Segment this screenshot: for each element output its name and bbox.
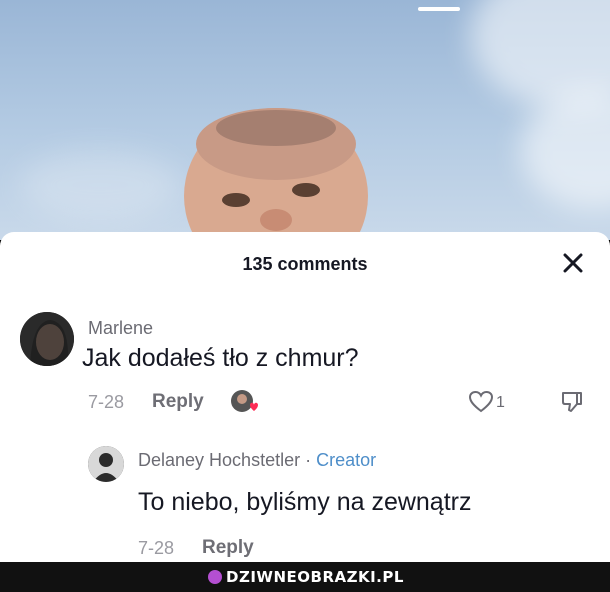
comments-count: 135 comments [242,254,368,274]
watermark-logo-icon [208,570,222,584]
heart-icon[interactable] [468,390,494,414]
reply-username-line: Delaney Hochstetler · Creator [138,450,376,471]
creator-badge: Creator [316,450,377,470]
dislike-icon[interactable] [560,390,584,414]
creator-liked-avatar-icon [231,390,258,412]
like-count: 1 [496,394,505,411]
reply-avatar[interactable] [88,446,124,482]
watermark: DZIWNEOBRAZKI.PL [208,567,404,587]
comment-date: 7-28 [88,392,125,412]
comments-panel: 135 comments Marlene Jak dodałeś tło z c… [0,232,610,562]
watermark-bar: DZIWNEOBRAZKI.PL [0,562,610,592]
close-icon[interactable] [560,250,586,276]
reply-button[interactable]: Reply [152,391,204,413]
avatar[interactable] [20,312,74,366]
reply-reply-button[interactable]: Reply [202,537,254,559]
comment-text: Jak dodałeś tło z chmur? [82,344,359,372]
drag-handle[interactable] [418,7,460,11]
reply-username[interactable]: Delaney Hochstetler [138,450,300,470]
reply-date: 7-28 [138,538,175,558]
baby-face-image [184,108,368,240]
comment-username[interactable]: Marlene [88,318,153,339]
separator: · [300,450,317,470]
reply-text: To niebo, byliśmy na zewnątrz [138,488,472,516]
watermark-text: DZIWNEOBRAZKI.PL [226,568,404,586]
video-background [0,0,610,240]
